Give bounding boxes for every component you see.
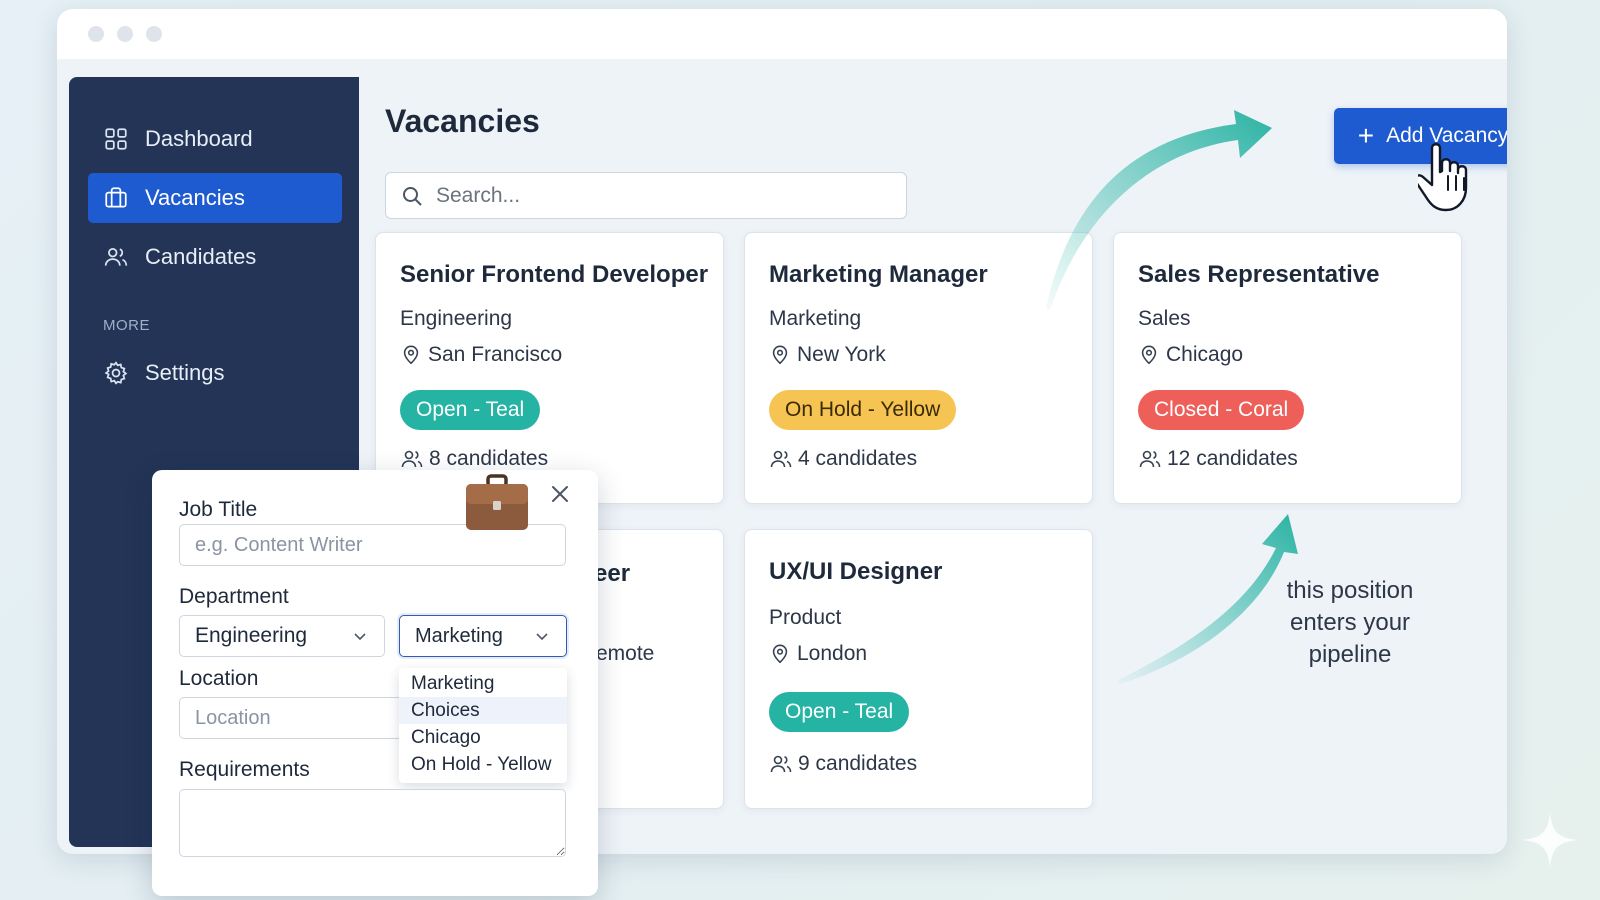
grid-icon — [105, 128, 127, 150]
sidebar-item-label: Candidates — [145, 244, 257, 269]
vacancy-title: Sales Representative — [1138, 261, 1380, 288]
users-icon — [770, 450, 792, 468]
location-pin-icon — [772, 644, 788, 664]
candidates-count: 12 candidates — [1167, 447, 1298, 470]
department-label: Department — [179, 585, 289, 608]
location-pin-icon — [1141, 345, 1157, 365]
dropdown-option[interactable]: Choices — [399, 697, 567, 724]
vacancy-card[interactable]: Sales Representative Sales Chicago Close… — [1113, 232, 1462, 504]
location-pin-icon — [403, 345, 419, 365]
vacancy-candidates: 8 candidates — [400, 447, 548, 471]
window-minimize-dot[interactable] — [117, 26, 133, 42]
vacancy-location: Chicago — [1138, 343, 1243, 367]
chevron-down-icon — [536, 633, 548, 641]
status-badge: On Hold - Yellow — [769, 390, 957, 430]
sidebar-item-settings[interactable]: Settings — [88, 348, 342, 398]
users-icon — [401, 450, 423, 468]
candidates-count: 4 candidates — [798, 447, 918, 470]
window-maximize-dot[interactable] — [146, 26, 162, 42]
window-close-dot[interactable] — [88, 26, 104, 42]
search-icon — [403, 186, 422, 206]
vacancy-location: London — [769, 642, 867, 666]
vacancy-title: Senior Frontend Developer — [400, 261, 709, 288]
pipeline-annotation: this position enters your pipeline — [1286, 577, 1414, 668]
status-badge: Closed - Coral — [1138, 390, 1305, 430]
vacancy-location-text: San Francisco — [428, 343, 563, 366]
briefcase-icon — [466, 474, 528, 530]
close-icon[interactable] — [548, 482, 572, 506]
department-secondary-select[interactable]: Marketing — [399, 615, 567, 657]
plus-icon: + — [1357, 120, 1375, 151]
vacancy-title: Marketing Manager — [769, 261, 988, 288]
sparkle-icon — [1522, 812, 1578, 868]
dropdown-option[interactable]: On Hold - Yellow — [399, 751, 567, 778]
department-select[interactable]: Engineering — [179, 615, 385, 657]
location-input[interactable] — [179, 697, 409, 739]
vacancy-department: Marketing — [769, 307, 862, 330]
sidebar-item-label: Dashboard — [145, 126, 253, 151]
sidebar-item-vacancies[interactable]: Vacancies — [88, 173, 342, 223]
page-title: Vacancies — [385, 103, 540, 139]
sidebar-section-more: MORE — [103, 317, 150, 334]
sidebar-item-label: Vacancies — [145, 185, 245, 210]
hand-cursor-icon — [1418, 143, 1468, 212]
sidebar-item-dashboard[interactable]: Dashboard — [88, 114, 342, 164]
job-title-label: Job Title — [179, 498, 258, 521]
status-badge: Open - Teal — [769, 692, 910, 732]
vacancy-department: Engineering — [400, 307, 513, 330]
vacancy-candidates: 9 candidates — [769, 752, 917, 776]
vacancy-card[interactable]: UX/UI Designer Product London Open - Tea… — [744, 529, 1093, 809]
requirements-textarea[interactable] — [179, 789, 566, 857]
users-icon — [770, 755, 792, 773]
search-placeholder: Search... — [436, 183, 521, 207]
dropdown-option[interactable]: Marketing — [399, 670, 567, 697]
gear-icon — [104, 361, 128, 385]
department-select-value: Engineering — [195, 624, 308, 647]
vacancy-candidates: 4 candidates — [769, 447, 917, 471]
vacancy-candidates: 12 candidates — [1138, 447, 1298, 471]
vacancy-location: New York — [769, 343, 886, 367]
vacancy-location-text: London — [797, 642, 868, 665]
add-vacancy-modal: Job Title Department Engineering Marketi… — [152, 470, 598, 896]
chevron-down-icon — [354, 633, 366, 641]
sidebar-item-candidates[interactable]: Candidates — [88, 232, 342, 282]
search-input[interactable]: Search... — [385, 172, 907, 219]
vacancy-location-text: Chicago — [1166, 343, 1244, 366]
vacancy-department: Sales — [1138, 307, 1191, 330]
dropdown-menu: Marketing Choices Chicago On Hold - Yell… — [399, 668, 567, 783]
status-badge: Open - Teal — [400, 390, 541, 430]
vacancy-title: UX/UI Designer — [769, 558, 943, 585]
requirements-label: Requirements — [179, 758, 310, 781]
title-bar — [57, 9, 1507, 59]
vacancy-location: San Francisco — [400, 343, 562, 367]
briefcase-icon — [105, 187, 127, 208]
vacancy-title-fragment: eer — [594, 560, 631, 587]
department-secondary-value: Marketing — [415, 624, 503, 647]
candidates-count: 8 candidates — [429, 447, 549, 470]
vacancy-card[interactable]: Marketing Manager Marketing New York On … — [744, 232, 1093, 504]
sidebar-item-label: Settings — [145, 360, 225, 385]
dropdown-option[interactable]: Chicago — [399, 724, 567, 751]
vacancy-location-text: New York — [797, 343, 886, 366]
location-label: Location — [179, 667, 259, 690]
users-icon — [104, 248, 128, 266]
vacancy-department: Product — [769, 606, 842, 629]
users-icon — [1139, 450, 1161, 468]
location-pin-icon — [772, 345, 788, 365]
vacancy-card[interactable]: Senior Frontend Developer Engineering Sa… — [375, 232, 724, 504]
candidates-count: 9 candidates — [798, 752, 918, 775]
vacancy-location-fragment: emote — [596, 642, 655, 665]
